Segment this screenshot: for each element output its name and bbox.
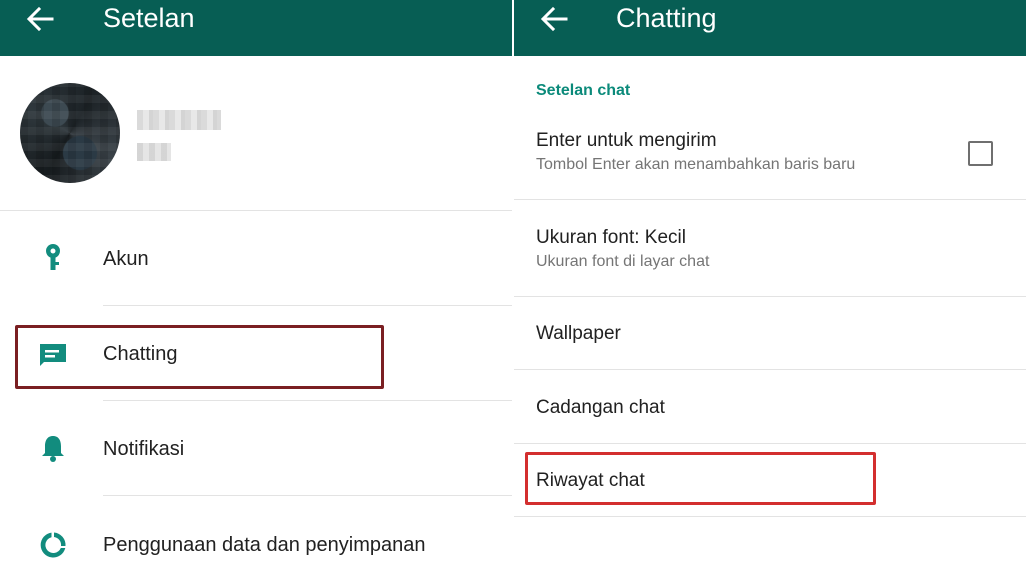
pref-title: Ukuran font: Kecil <box>536 227 686 248</box>
menu-item-penggunaan-data[interactable]: Penggunaan data dan penyimpanan <box>0 497 512 576</box>
profile-name-blurred <box>137 110 221 130</box>
pref-font-size[interactable]: Ukuran font: Kecil Ukuran font di layar … <box>514 200 1026 296</box>
chatting-screen: Chatting Setelan chat Enter untuk mengir… <box>514 0 1026 576</box>
divider <box>103 305 512 306</box>
bell-icon <box>42 436 64 462</box>
divider <box>0 210 512 211</box>
data-usage-icon <box>40 532 66 558</box>
page-title: Setelan <box>103 3 195 33</box>
pref-title: Enter untuk mengirim <box>536 130 717 151</box>
settings-app-bar: Setelan <box>0 0 512 56</box>
divider <box>103 400 512 401</box>
pref-enter-to-send[interactable]: Enter untuk mengirim Tombol Enter akan m… <box>514 113 1026 199</box>
pref-title: Wallpaper <box>536 323 621 344</box>
divider <box>103 495 512 496</box>
avatar[interactable] <box>20 83 120 183</box>
chatting-app-bar: Chatting <box>514 0 1026 56</box>
page-title: Chatting <box>616 3 717 33</box>
menu-label-akun: Akun <box>103 248 149 270</box>
pref-subtitle: Tombol Enter akan menambahkan baris baru <box>536 156 856 173</box>
pref-title: Cadangan chat <box>536 397 665 418</box>
menu-label-notifikasi: Notifikasi <box>103 438 185 460</box>
divider <box>514 516 1026 517</box>
section-header-setelan-chat: Setelan chat <box>536 82 631 99</box>
arrow-back-icon[interactable] <box>26 6 54 32</box>
key-icon <box>46 244 60 270</box>
menu-item-akun[interactable]: Akun <box>0 212 512 306</box>
profile-status-blurred <box>137 143 171 161</box>
pref-subtitle: Ukuran font di layar chat <box>536 253 710 270</box>
highlight-box-chatting <box>15 325 384 389</box>
pref-wallpaper[interactable]: Wallpaper <box>514 297 1026 369</box>
settings-screen: Setelan Akun Chatting Notifikasi Penggun… <box>0 0 512 576</box>
enter-to-send-checkbox[interactable] <box>968 141 993 166</box>
menu-item-notifikasi[interactable]: Notifikasi <box>0 402 512 496</box>
menu-label-penggunaan-data: Penggunaan data dan penyimpanan <box>103 534 426 556</box>
profile-row[interactable] <box>0 57 512 211</box>
highlight-box-riwayat-chat <box>525 452 876 505</box>
arrow-back-icon[interactable] <box>540 6 568 32</box>
pref-chat-backup[interactable]: Cadangan chat <box>514 370 1026 443</box>
